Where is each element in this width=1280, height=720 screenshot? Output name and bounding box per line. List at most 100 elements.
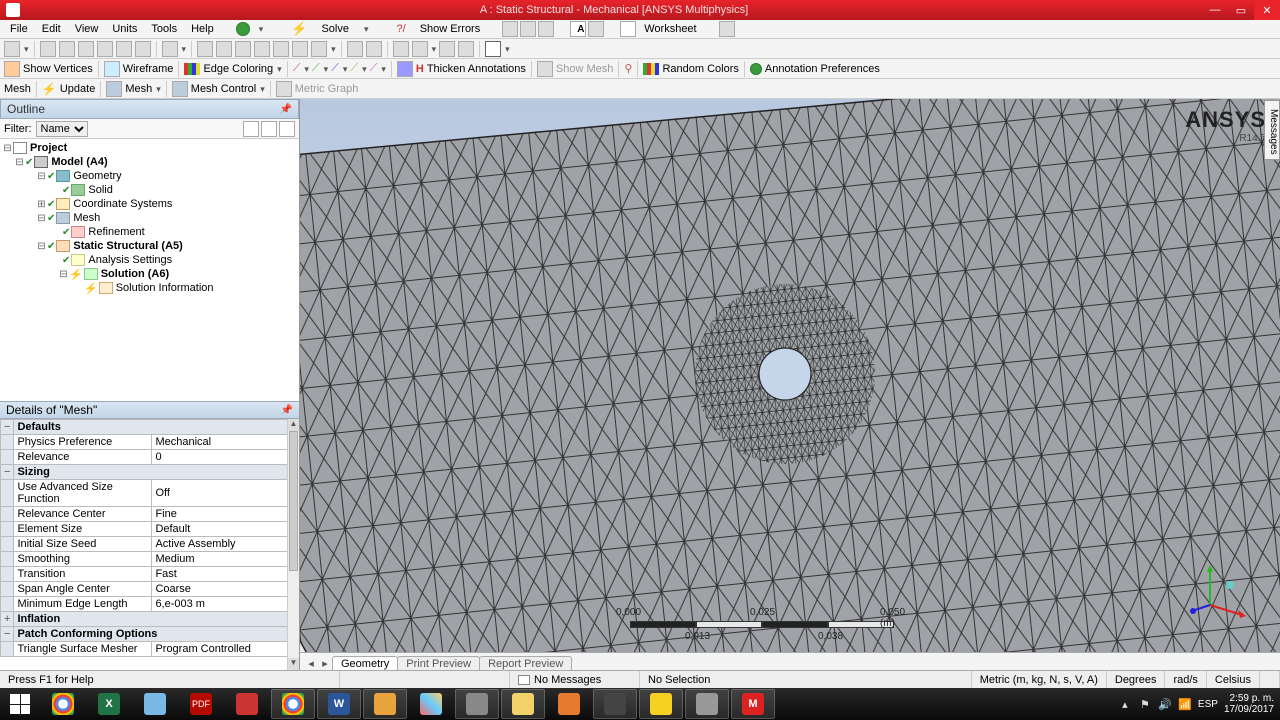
toolbar-icon-1[interactable] (502, 21, 518, 37)
tree-analysis-settings[interactable]: ✔Analysis Settings (2, 253, 297, 267)
taskbar-app-red[interactable] (225, 689, 269, 719)
element-select-icon[interactable] (135, 41, 151, 57)
edge-red-icon[interactable]: ⟋ (293, 62, 301, 75)
tree-static[interactable]: ⊟✔Static Structural (A5) (2, 239, 297, 253)
val-physics[interactable]: Mechanical (152, 435, 299, 450)
box-zoom-icon[interactable] (254, 41, 270, 57)
val-smoothing[interactable]: Medium (152, 552, 299, 567)
taskbar-media[interactable] (547, 689, 591, 719)
next-view-icon[interactable] (366, 41, 382, 57)
d1[interactable] (303, 63, 309, 75)
grp-sizing-toggle[interactable]: − (1, 465, 14, 480)
filter-icon-3[interactable] (279, 121, 295, 137)
taskbar-ansys-wb[interactable] (639, 689, 683, 719)
tree-project[interactable]: ⊟Project (2, 141, 297, 155)
orientation-triad[interactable] (1190, 560, 1250, 620)
details-pin-icon[interactable]: 📌 (281, 405, 293, 416)
random-colors-button[interactable]: Random Colors (662, 63, 738, 75)
viewport-layout-icon[interactable] (485, 41, 501, 57)
mesh-menu-dropdown[interactable] (155, 83, 161, 95)
taskbar-paint[interactable] (409, 689, 453, 719)
menu-tools[interactable]: Tools (145, 22, 183, 36)
maximize-button[interactable]: ▭ (1228, 0, 1254, 20)
messages-side-tab[interactable]: Messages (1264, 100, 1280, 160)
worksheet-button[interactable]: Worksheet (638, 22, 702, 36)
val-minedge[interactable]: 6,e-003 m (152, 597, 299, 612)
tab-print-preview[interactable]: Print Preview (397, 656, 480, 670)
taskbar-excel[interactable]: X (87, 689, 131, 719)
probe-icon[interactable]: ⚲ (624, 62, 632, 75)
iso-icon[interactable] (393, 41, 409, 57)
magnify-icon[interactable] (311, 41, 327, 57)
edge-blue-icon[interactable]: ⟋ (331, 62, 339, 75)
pin-icon[interactable]: 📌 (280, 104, 292, 115)
tree-mesh[interactable]: ⊟✔Mesh (2, 211, 297, 225)
edge-yellow-icon[interactable]: ⟋ (350, 62, 358, 75)
mesh-menu[interactable]: Mesh (125, 83, 152, 95)
val-advsize[interactable]: Off (152, 480, 299, 507)
filter-icon-1[interactable] (243, 121, 259, 137)
tree-solution[interactable]: ⊟⚡Solution (A6) (2, 267, 297, 281)
filter-field-select[interactable]: Name (36, 121, 88, 137)
d3[interactable] (342, 63, 348, 75)
vertex-select-icon[interactable] (40, 41, 56, 57)
tree-coord[interactable]: ⊞✔Coordinate Systems (2, 197, 297, 211)
thicken-button[interactable]: Thicken Annotations (427, 63, 526, 75)
status-dropdown[interactable] (252, 22, 270, 36)
extend-dropdown[interactable] (181, 43, 187, 55)
val-trimesher[interactable]: Program Controlled (152, 642, 299, 657)
tray-clock[interactable]: 2:59 p. m. 17/09/2017 (1224, 693, 1274, 715)
viewport-layout-dropdown[interactable] (504, 43, 510, 55)
edge-coloring-dropdown[interactable] (276, 63, 282, 75)
edge-magenta-icon[interactable]: ⟋ (370, 62, 378, 75)
taskbar-explorer[interactable] (501, 689, 545, 719)
taskbar-acrobat[interactable]: PDF (179, 689, 223, 719)
show-errors-button[interactable]: Show Errors (414, 22, 487, 36)
tray-flag-icon[interactable]: ⚑ (1138, 697, 1152, 711)
zoom-icon[interactable] (235, 41, 251, 57)
prev-view-icon[interactable] (347, 41, 363, 57)
menu-help[interactable]: Help (185, 22, 220, 36)
select-mode-icon[interactable] (4, 41, 20, 57)
taskbar-inventor[interactable] (363, 689, 407, 719)
tab-nav-right[interactable]: ▸ (318, 657, 332, 670)
taskbar-notepad[interactable] (133, 689, 177, 719)
tab-nav-left[interactable]: ◂ (304, 657, 318, 670)
details-scrollbar[interactable]: ▲ ▼ (287, 419, 299, 670)
solve-button[interactable]: Solve (315, 22, 355, 36)
image-dropdown[interactable] (431, 43, 437, 55)
grp-defaults-toggle[interactable]: − (1, 420, 14, 435)
taskbar-app-grey[interactable] (455, 689, 499, 719)
taskbar-mechanical[interactable]: M (731, 689, 775, 719)
lookat-icon[interactable] (292, 41, 308, 57)
edge-green-icon[interactable]: ⟋ (312, 62, 320, 75)
tray-volume-icon[interactable]: 🔊 (1158, 697, 1172, 711)
val-elemsize[interactable]: Default (152, 522, 299, 537)
edge-select-icon[interactable] (59, 41, 75, 57)
wireframe-button[interactable]: Wireframe (123, 63, 174, 75)
solve-dropdown[interactable] (357, 22, 375, 36)
mesh-control-menu[interactable]: Mesh Control (191, 83, 256, 95)
minimize-button[interactable]: — (1202, 0, 1228, 20)
toolbar-icon-2[interactable] (520, 21, 536, 37)
tree-model[interactable]: ⊟✔Model (A4) (2, 155, 297, 169)
face-select-icon[interactable] (78, 41, 94, 57)
pan-icon[interactable] (216, 41, 232, 57)
body-select-icon[interactable] (97, 41, 113, 57)
start-button[interactable] (0, 688, 40, 720)
outline-tree[interactable]: ⊟Project ⊟✔Model (A4) ⊟✔Geometry ✔Solid … (0, 139, 299, 401)
update-button[interactable]: Update (60, 83, 95, 95)
graphics-viewport[interactable]: ANSYS R14.5 0,000 0,025 0,050 (m) 0,013 … (300, 99, 1280, 670)
toolbar-icon-3[interactable] (538, 21, 554, 37)
status-messages[interactable]: No Messages (510, 671, 640, 688)
a-icon[interactable]: A (570, 21, 586, 37)
tab-geometry[interactable]: Geometry (332, 656, 398, 670)
taskbar-app-alt[interactable] (685, 689, 729, 719)
node-select-icon[interactable] (116, 41, 132, 57)
annotation-prefs-button[interactable]: Annotation Preferences (765, 63, 880, 75)
val-initseed[interactable]: Active Assembly (152, 537, 299, 552)
tray-network-icon[interactable]: 📶 (1178, 697, 1192, 711)
tree-geometry[interactable]: ⊟✔Geometry (2, 169, 297, 183)
menu-view[interactable]: View (69, 22, 105, 36)
menu-units[interactable]: Units (106, 22, 143, 36)
